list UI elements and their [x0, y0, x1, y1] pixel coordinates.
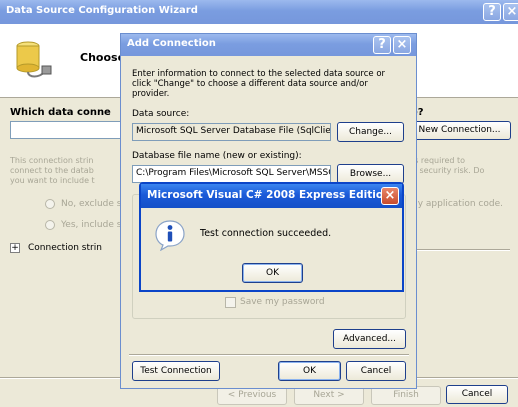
expand-plus-icon[interactable]: + [10, 243, 20, 253]
new-connection-button[interactable]: New Connection... [408, 121, 511, 140]
message-box-close-icon[interactable]: × [381, 187, 399, 205]
wizard-title: Data Source Configuration Wizard [6, 5, 198, 16]
info-icon [155, 220, 185, 251]
connection-select[interactable] [10, 121, 135, 139]
wizard-question: Which data conne [10, 107, 111, 118]
add-connection-help-icon[interactable]: ? [373, 36, 391, 54]
database-plug-icon [16, 41, 52, 78]
expander-divider [412, 249, 510, 251]
browse-button[interactable]: Browse... [337, 164, 404, 184]
radio-exclude-label-end: ny application code. [412, 199, 503, 209]
radio-exclude[interactable] [45, 199, 55, 209]
add-connection-intro: Enter information to connect to the sele… [132, 69, 386, 99]
wizard-help-icon[interactable]: ? [483, 3, 501, 21]
save-password-checkbox[interactable] [225, 297, 236, 308]
db-file-label: Database file name (new or existing): [132, 151, 302, 161]
radio-exclude-label: No, exclude s [61, 199, 122, 209]
data-source-field[interactable]: Microsoft SQL Server Database File (SqlC… [132, 123, 331, 141]
message-text: Test connection succeeded. [200, 228, 332, 239]
add-connection-titlebar[interactable]: Add Connection ? × [121, 34, 416, 56]
wizard-description-left: This connection strin connect to the dat… [10, 156, 95, 185]
message-box-title: Microsoft Visual C# 2008 Express Edition [147, 189, 391, 201]
connection-string-expander[interactable]: Connection strin [28, 243, 102, 253]
wizard-description-right: is required to a security risk. Do [412, 156, 485, 175]
change-button[interactable]: Change... [337, 122, 404, 142]
wizard-close-icon[interactable]: × [503, 3, 518, 21]
add-connection-cancel-button[interactable]: Cancel [346, 361, 406, 381]
data-source-label: Data source: [132, 109, 190, 119]
add-connection-title: Add Connection [127, 38, 216, 49]
add-connection-close-icon[interactable]: × [393, 36, 411, 54]
message-box-ok-button[interactable]: OK [242, 263, 303, 283]
db-file-field[interactable]: C:\Program Files\Microsoft SQL Server\MS… [132, 165, 331, 183]
test-connection-button[interactable]: Test Connection [132, 361, 220, 381]
message-box-titlebar[interactable]: Microsoft Visual C# 2008 Express Edition… [141, 184, 402, 208]
radio-include[interactable] [45, 220, 55, 230]
wizard-header-title: Choose [80, 51, 126, 64]
save-password-label: Save my password [240, 297, 325, 307]
add-connection-divider [129, 354, 409, 356]
wizard-titlebar[interactable]: Data Source Configuration Wizard ? × [0, 0, 518, 24]
wizard-cancel-button[interactable]: Cancel [446, 385, 508, 404]
advanced-button[interactable]: Advanced... [333, 329, 406, 349]
radio-include-label: Yes, include s [61, 220, 122, 230]
message-box: Microsoft Visual C# 2008 Express Edition… [139, 182, 404, 292]
add-connection-ok-button[interactable]: OK [278, 361, 341, 381]
